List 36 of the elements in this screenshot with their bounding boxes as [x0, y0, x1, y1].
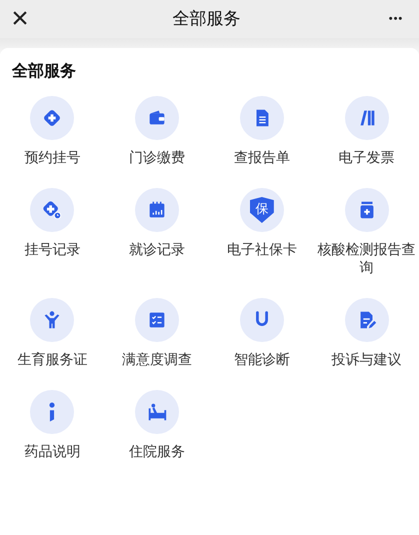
service-item[interactable]: 就诊记录: [104, 188, 210, 276]
service-item[interactable]: 保 电子社保卡: [210, 188, 314, 276]
service-label: 挂号记录: [23, 240, 82, 258]
service-label: 满意度调查: [121, 350, 194, 368]
service-label: 药品说明: [23, 442, 82, 460]
service-label: 电子发票: [338, 148, 396, 166]
service-item[interactable]: 电子发票: [314, 96, 419, 166]
service-label: 门诊缴费: [128, 148, 186, 166]
service-label: 住院服务: [128, 442, 186, 460]
service-item[interactable]: 生育服务证: [0, 298, 105, 368]
info-icon: [48, 402, 56, 422]
service-label: 查报告单: [232, 148, 291, 166]
service-item[interactable]: 查报告单: [210, 96, 314, 166]
service-item[interactable]: 满意度调查: [104, 298, 210, 368]
service-item[interactable]: 药品说明: [0, 390, 105, 460]
service-item[interactable]: 门诊缴费: [104, 96, 210, 166]
service-label: 生育服务证: [16, 350, 88, 368]
service-label: 核酸检测报告查询: [316, 240, 417, 276]
service-item[interactable]: 核酸检测报告查询: [314, 188, 419, 276]
close-button[interactable]: ×: [8, 4, 32, 34]
bed-icon: [146, 401, 168, 423]
service-item[interactable]: 预约挂号: [0, 96, 105, 166]
more-button[interactable]: •••: [381, 10, 411, 28]
shield-icon: 保: [250, 197, 274, 223]
window-title: 全部服务: [172, 8, 240, 30]
service-label: 智能诊断: [232, 350, 291, 368]
cross-clock-icon: [41, 199, 64, 221]
service-label: 电子社保卡: [226, 240, 298, 258]
section-title: 全部服务: [10, 61, 77, 82]
service-item[interactable]: 投诉与建议: [314, 298, 419, 368]
service-label: 就诊记录: [128, 240, 186, 258]
service-label: 预约挂号: [23, 148, 82, 166]
service-item[interactable]: 住院服务: [104, 390, 210, 460]
service-label: 投诉与建议: [330, 350, 403, 368]
service-item[interactable]: 挂号记录: [0, 188, 105, 276]
service-item[interactable]: 智能诊断: [210, 298, 314, 368]
